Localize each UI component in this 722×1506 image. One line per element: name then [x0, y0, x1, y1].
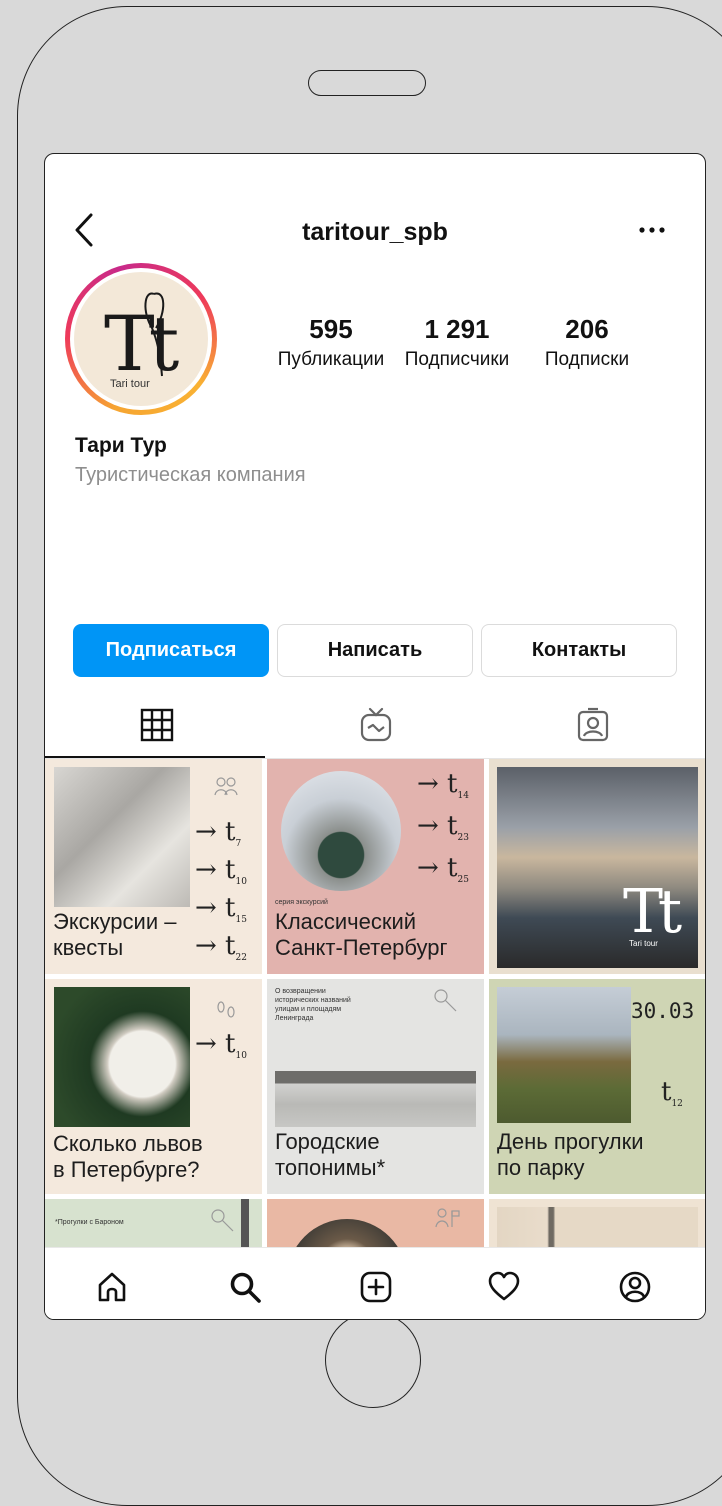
active-tab-indicator	[45, 756, 265, 758]
grid-tab-icon[interactable]	[139, 707, 175, 743]
tour-number: → t15	[195, 893, 247, 926]
new-post-icon[interactable]	[359, 1270, 393, 1304]
follow-button[interactable]: Подписаться	[73, 624, 269, 677]
tour-number: → t22	[195, 931, 247, 964]
post-tile[interactable]: → t14 → t23 → t25 серия экскурсий Класси…	[267, 759, 484, 974]
post-caption: Городские топонимы*	[275, 1129, 386, 1180]
post-caption: День прогулки по парку	[497, 1129, 644, 1180]
message-button[interactable]: Написать	[277, 624, 473, 677]
bottom-navigation	[45, 1247, 705, 1319]
tagged-tab-icon[interactable]	[575, 707, 611, 743]
post-image	[275, 1071, 476, 1127]
avatar-logo-subtext: Tari tour	[110, 378, 150, 390]
stat-posts-count: 595	[309, 314, 353, 344]
avatar-logo-text: Tt	[104, 299, 179, 388]
stat-posts-label: Публикации	[277, 349, 385, 370]
search-icon[interactable]	[228, 1270, 262, 1304]
post-image	[497, 987, 631, 1123]
post-image	[281, 771, 401, 891]
stat-following-count: 206	[565, 314, 609, 344]
heart-icon[interactable]	[487, 1270, 521, 1304]
magnifier-icon	[434, 989, 457, 1012]
contacts-button[interactable]: Контакты	[481, 624, 677, 677]
profile-username: taritour_spb	[302, 218, 448, 246]
stat-followers-count: 1 291	[424, 314, 490, 344]
stat-followers-label: Подписчики	[404, 349, 510, 370]
phone-screen: taritour_spb Tt Tari tour 595 Публикации…	[44, 153, 706, 1320]
post-small-text: серия экскурсий	[275, 899, 328, 906]
post-small-text: О возвращении исторических названий улиц…	[275, 988, 351, 1022]
stat-followers[interactable]: 1 291 Подписчики	[397, 314, 517, 371]
tour-number: t12	[661, 1077, 683, 1110]
tour-number: → t25	[417, 853, 469, 886]
post-image	[54, 987, 190, 1127]
post-tile[interactable]: Tt Tari tour	[489, 759, 705, 974]
more-options-icon[interactable]	[635, 218, 669, 242]
post-logo-text: Tt	[623, 877, 682, 947]
phone-home-button[interactable]	[325, 1312, 421, 1408]
igtv-tab-icon[interactable]	[358, 707, 394, 743]
tour-number: → t23	[417, 811, 469, 844]
post-logo-subtext: Tari tour	[629, 939, 658, 948]
post-date: 30.03	[631, 999, 695, 1023]
post-caption: Экскурсии – квесты	[53, 909, 177, 960]
stat-following[interactable]: 206 Подписки	[527, 314, 647, 371]
person-flag-icon	[435, 1208, 460, 1228]
post-tile[interactable]: 30.03 t12 День прогулки по парку	[489, 979, 705, 1194]
home-icon[interactable]	[95, 1270, 129, 1304]
post-tile[interactable]: → t10 Сколько львов в Петербурге?	[45, 979, 262, 1194]
post-caption: Сколько львов в Петербурге?	[53, 1131, 203, 1182]
tour-number: → t10	[195, 1029, 247, 1062]
magnifier-icon	[211, 1209, 234, 1232]
profile-avatar[interactable]: Tt Tari tour	[65, 263, 217, 415]
tour-number: → t7	[195, 817, 242, 850]
post-tile[interactable]: О возвращении исторических названий улиц…	[267, 979, 484, 1194]
stat-following-label: Подписки	[544, 349, 630, 370]
post-image	[54, 767, 190, 907]
post-tile[interactable]: → t7 → t10 → t15 → t22 Экскурсии – квесты	[45, 759, 262, 974]
profile-category: Туристическая компания	[75, 464, 306, 486]
post-small-text: *Прогулки с Бароном	[55, 1219, 124, 1226]
profile-icon[interactable]	[618, 1270, 652, 1304]
footprints-icon	[217, 1001, 235, 1018]
post-caption: Классический Санкт-Петербург	[275, 909, 448, 960]
profile-display-name: Тари Тур	[75, 434, 167, 457]
stat-posts[interactable]: 595 Публикации	[275, 314, 387, 371]
people-icon	[214, 777, 238, 796]
tour-number: → t14	[417, 769, 469, 802]
tour-number: → t10	[195, 855, 247, 888]
phone-speaker	[308, 70, 426, 96]
